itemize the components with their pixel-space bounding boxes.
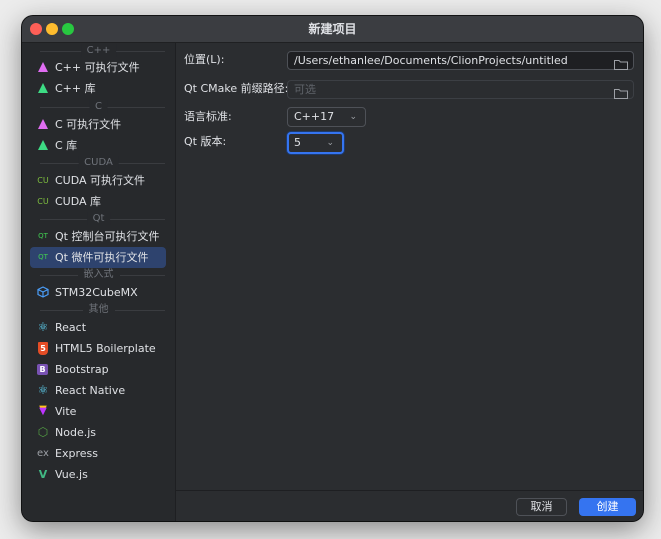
sidebar-item-label: CUDA 库 [55, 195, 102, 208]
folder-icon[interactable] [614, 55, 628, 70]
group-header-cuda: CUDA [22, 156, 175, 169]
sidebar-item-label: C 库 [55, 139, 78, 152]
qt-icon: QT [38, 232, 48, 240]
sidebar-item-label: Vue.js [55, 468, 88, 481]
location-label: 位置(L): [184, 53, 225, 66]
group-header-embedded: 嵌入式 [22, 268, 175, 281]
express-icon: ex [37, 448, 49, 459]
qt-version-select[interactable]: 5 ⌄ [287, 132, 344, 154]
sidebar-item-vuejs[interactable]: V Vue.js [30, 464, 166, 485]
sidebar-item-label: Node.js [55, 426, 96, 439]
sidebar-item-label: Qt 控制台可执行文件 [55, 230, 160, 243]
react-icon: ⚛ [37, 320, 49, 334]
cmake-prefix-field[interactable] [287, 80, 634, 99]
sidebar-item-react-native[interactable]: ⚛ React Native [30, 380, 166, 401]
new-project-dialog: 新建项目 C++ C++ 可执行文件 C++ 库 C C 可执行文件 C 库 C… [22, 16, 643, 521]
cuda-icon: CU [37, 176, 49, 185]
sidebar-item-cuda-executable[interactable]: CU CUDA 可执行文件 [30, 170, 166, 191]
window-title: 新建项目 [308, 22, 357, 36]
sidebar-item-label: HTML5 Boilerplate [55, 342, 156, 355]
group-header-other: 其他 [22, 303, 175, 316]
sidebar-item-label: Bootstrap [55, 363, 109, 376]
sidebar-item-qt-console-executable[interactable]: QT Qt 控制台可执行文件 [30, 226, 166, 247]
sidebar-item-stm32cubemx[interactable]: STM32CubeMX [30, 282, 166, 303]
vue-icon: V [38, 468, 48, 481]
sidebar-item-vite[interactable]: ▼ Vite [30, 401, 166, 422]
cube-icon [37, 286, 49, 299]
clion-icon [37, 82, 49, 95]
language-standard-value: C++17 [294, 110, 335, 123]
bootstrap-icon: B [37, 364, 48, 375]
sidebar-item-label: C++ 可执行文件 [55, 61, 140, 74]
sidebar-item-label: CUDA 可执行文件 [55, 174, 146, 187]
sidebar-item-label: React [55, 321, 87, 334]
language-standard-select[interactable]: C++17 ⌄ [287, 107, 366, 127]
sidebar-item-label: Express [55, 447, 98, 460]
sidebar-item-label: C 可执行文件 [55, 118, 122, 131]
sidebar-item-express[interactable]: ex Express [30, 443, 166, 464]
folder-icon[interactable] [614, 84, 628, 99]
clion-icon [37, 139, 49, 152]
sidebar-item-label: STM32CubeMX [55, 286, 138, 299]
cuda-icon: CU [37, 197, 49, 206]
clion-icon [37, 118, 49, 131]
title-bar: 新建项目 [22, 16, 643, 43]
sidebar-item-cuda-library[interactable]: CU CUDA 库 [30, 191, 166, 212]
group-header-qt: Qt [22, 212, 175, 225]
sidebar-item-cpp-executable[interactable]: C++ 可执行文件 [30, 57, 166, 78]
sidebar-item-c-library[interactable]: C 库 [30, 135, 166, 156]
qt-version-label: Qt 版本: [184, 135, 227, 148]
dialog-footer: 取消 创建 [176, 490, 643, 521]
sidebar-item-label: Qt 微件可执行文件 [55, 251, 149, 264]
nodejs-icon: ⬡ [37, 425, 49, 439]
vite-icon: ▼ [39, 406, 47, 417]
cmake-prefix-label: Qt CMake 前缀路径: [184, 82, 289, 95]
chevron-down-icon: ⌄ [326, 138, 334, 148]
qt-version-value: 5 [294, 136, 301, 149]
sidebar-item-nodejs[interactable]: ⬡ Node.js [30, 422, 166, 443]
create-button[interactable]: 创建 [579, 498, 636, 516]
project-type-sidebar: C++ C++ 可执行文件 C++ 库 C C 可执行文件 C 库 CUDA C… [22, 43, 176, 521]
location-field[interactable] [287, 51, 634, 70]
chevron-down-icon: ⌄ [349, 112, 357, 122]
sidebar-item-label: React Native [55, 384, 126, 397]
group-header-c: C [22, 100, 175, 113]
group-header-cpp: C++ [22, 44, 175, 57]
sidebar-item-label: Vite [55, 405, 77, 418]
sidebar-item-cpp-library[interactable]: C++ 库 [30, 78, 166, 99]
sidebar-item-html5-boilerplate[interactable]: 5 HTML5 Boilerplate [30, 338, 166, 359]
html5-icon: 5 [38, 342, 48, 355]
sidebar-item-label: C++ 库 [55, 82, 96, 95]
sidebar-item-react[interactable]: ⚛ React [30, 317, 166, 338]
cancel-button[interactable]: 取消 [516, 498, 567, 516]
sidebar-item-bootstrap[interactable]: B Bootstrap [30, 359, 166, 380]
sidebar-item-qt-widgets-executable[interactable]: QT Qt 微件可执行文件 [30, 247, 166, 268]
clion-icon [37, 61, 49, 74]
sidebar-item-c-executable[interactable]: C 可执行文件 [30, 114, 166, 135]
qt-icon: QT [38, 253, 48, 261]
react-icon: ⚛ [37, 383, 49, 397]
language-standard-label: 语言标准: [184, 110, 232, 123]
settings-panel: 位置(L): Qt CMake 前缀路径: 语言标准: C++17 ⌄ Qt 版… [176, 43, 643, 489]
